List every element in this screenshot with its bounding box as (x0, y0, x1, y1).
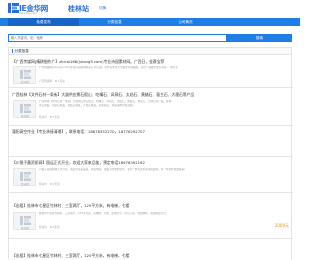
listing-meta: 广西传媒网 1天前 (39, 79, 65, 83)
clock-icon (49, 183, 52, 185)
listing-title[interactable]: 【川银子墨资质网】国运正式开业，欢迎大家来品鉴，预定电话18978392162 (12, 160, 145, 166)
accent-bar (12, 49, 13, 53)
listing-title[interactable]: 【广西传媒网]精耕细作广】zhicai168(julong5.com)专业诗园素… (12, 59, 164, 65)
nav-item-classifieds[interactable]: 分类信息 (79, 18, 150, 26)
thumbnail-caption: 暂无图片 (21, 227, 30, 230)
listing-description: 广西传媒网(julong5.com)专业诗园素材网第五10万加，业务标准化大全和… (39, 66, 178, 69)
list-item[interactable]: 蒲阳高空作业【专业承接清理】，联系电话：18678352270，18776292… (9, 126, 293, 157)
listing-description-line2: 景石批发，风铜石批发，太姑石批发，大理石批发，质量保证，欢迎来电咨询选购。 (39, 104, 135, 107)
list-item[interactable]: 【出租】桂林市七星区竹林村、三室两厅，125平方米，有电梯，七楼 暂无图片 桂林… (9, 193, 293, 239)
listing-title[interactable]: 广西桂林【文件石材一条街】大量供应景石假山、吃嘴石、风铜石、太姑石、黄蜡石、墓主… (12, 92, 194, 98)
listing-thumbnail[interactable]: 暂无图片 (13, 66, 36, 84)
listing-area: 广西传媒网 (39, 80, 52, 83)
listing-area: 桂林市 (39, 116, 47, 119)
city-switch-link[interactable]: 切换 (99, 6, 106, 11)
listing-thumbnail[interactable]: 暂无图片 (13, 100, 36, 118)
list-item[interactable]: 【广西传媒网]精耕细作广】zhicai168(julong5.com)专业诗园素… (9, 55, 293, 88)
placeholder-logo-icon (20, 104, 31, 113)
search-bar: 搜索 (8, 34, 292, 42)
main-nav: 免费发布 分类信息 公司黄页 (0, 18, 300, 26)
site-title: 桂林站 (68, 4, 89, 13)
placeholder-logo-icon (20, 216, 31, 225)
list-item[interactable]: 【川银子墨资质网】国运正式开业，欢迎大家来品鉴，预定电话18978392162 … (9, 157, 293, 193)
clock-icon (54, 80, 57, 82)
nav-item-blank[interactable] (221, 18, 292, 26)
logo-icon (8, 3, 19, 13)
listing-date: 1天前 (57, 80, 65, 83)
listing-date: 2天前 (52, 183, 60, 186)
site-header: IE金华网 www.0jin.com 桂林站 切换 (0, 0, 300, 18)
listing-thumbnail[interactable]: 暂无图片 (13, 168, 36, 186)
listing-area: 桂林市 (39, 183, 47, 186)
category-title-text: 分类信息 (14, 49, 29, 53)
listing-area: 桂林市 (39, 226, 47, 229)
thumbnail-caption: 暂无图片 (21, 115, 30, 118)
listing-date: 3天前 (52, 226, 60, 229)
nav-item-company-directory[interactable]: 公司黄页 (150, 18, 221, 26)
listing-meta: 桂林市 3天前 (39, 225, 60, 229)
listing-title[interactable]: 蒲阳高空作业【专业承接清理】，联系电话：18678352270，18776292… (12, 129, 145, 135)
clock-icon (49, 226, 52, 228)
listing-title[interactable]: 【出租】桂林市七星区竹林村、三室两厅，125平方米，有电梯，七楼 (12, 203, 129, 209)
search-button[interactable]: 搜索 (227, 34, 292, 42)
placeholder-logo-icon (20, 70, 31, 79)
listing-thumbnail[interactable]: 暂无图片 (13, 212, 36, 230)
listing-meta: 桂林市 1天前 (39, 115, 60, 119)
listing-title[interactable]: 【出租】桂林市七星区竹林村、三室两厅，125平方米，有电梯，七楼 (12, 253, 129, 259)
listing-list: 【广西传媒网]精耕细作广】zhicai168(julong5.com)专业诗园素… (8, 54, 293, 260)
logo-subtitle: www.0jin.com (19, 12, 38, 15)
list-item[interactable]: 【出租】桂林市七星区竹林村、三室两厅，125平方米，有电梯，七楼 (9, 239, 293, 260)
thumbnail-caption: 暂无图片 (21, 183, 30, 186)
thumbnail-caption: 暂无图片 (21, 81, 30, 84)
clock-icon (49, 116, 52, 118)
nav-item-publish[interactable]: 免费发布 (8, 18, 79, 26)
listing-description: 川银子墨资质网正式开业，欢迎大家来品鉴，预定电话，国运上的重要业务，专业一样专业… (39, 168, 187, 171)
search-input[interactable] (8, 34, 227, 42)
category-header: 分类信息 (8, 47, 292, 54)
listing-description: 桂林市七星区竹林村，三室两厅，125平方米，有电梯，七楼，家电齐全，拎包入住，交… (39, 212, 169, 215)
list-item[interactable]: 广西桂林【文件石材一条街】大量供应景石假山、吃嘴石、风铜石、太姑石、黄蜡石、墓主… (9, 88, 293, 126)
listing-date: 1天前 (52, 116, 60, 119)
placeholder-logo-icon (20, 172, 31, 181)
listing-price: 2000元 (274, 223, 289, 228)
listing-meta: 桂林市 2天前 (39, 182, 60, 186)
